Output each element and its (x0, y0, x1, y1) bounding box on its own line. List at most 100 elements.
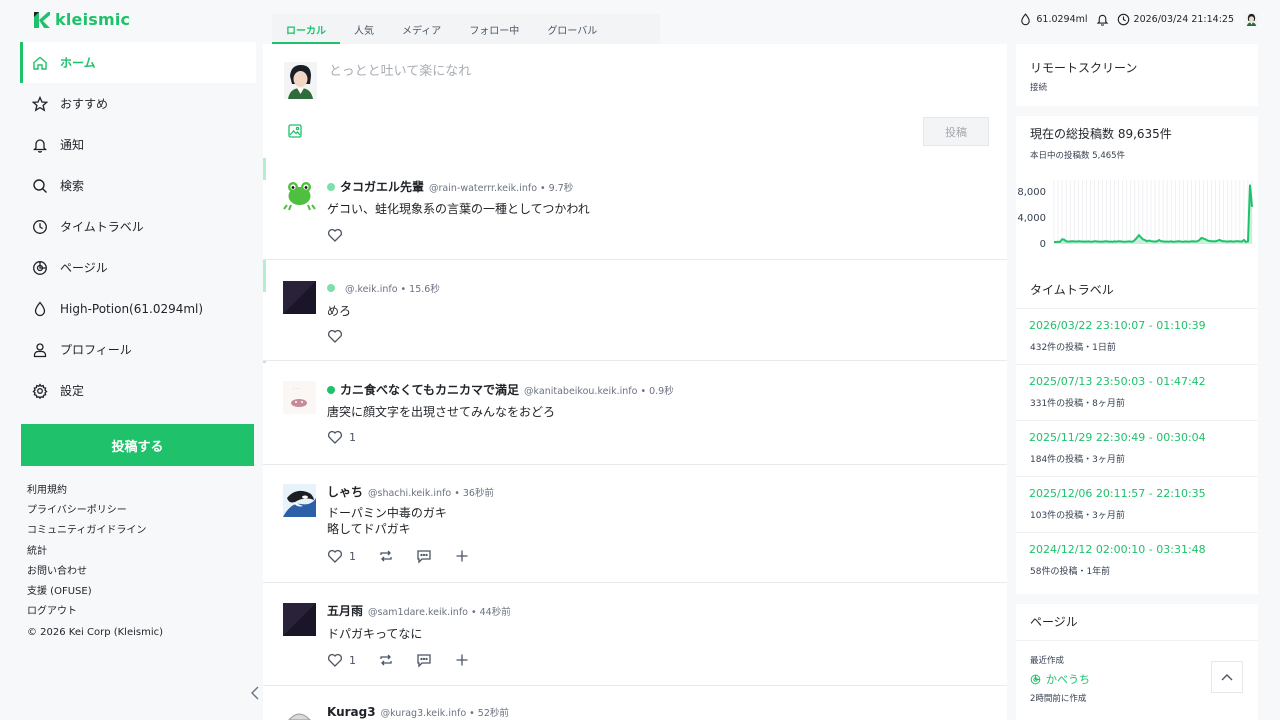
avatar[interactable] (283, 603, 316, 636)
tab-following[interactable]: フォロー中 (455, 14, 533, 44)
reply-button[interactable] (416, 548, 432, 564)
remote-screen-status[interactable]: 接続 (1030, 81, 1047, 93)
pagel-item-name: かべうち (1046, 673, 1090, 686)
nav-item-timetravel[interactable]: タイムトラベル (20, 206, 256, 247)
footer-link-privacy[interactable]: プライバシーポリシー (27, 501, 163, 521)
nav-item-pagel[interactable]: ページル (20, 247, 256, 288)
tab-global[interactable]: グローバル (533, 14, 611, 44)
like-button[interactable] (327, 328, 343, 344)
avatar[interactable] (283, 706, 316, 720)
post-actions: 1 (327, 429, 378, 445)
timetravel-range: 2026/03/22 23:10:07 - 01:10:39 (1029, 319, 1206, 332)
search-icon (32, 178, 48, 194)
heart-icon (327, 228, 343, 242)
potion-indicator[interactable]: 61.0294ml (1019, 12, 1088, 26)
timetravel-title: タイムトラベル (1030, 283, 1114, 297)
unread-indicator (263, 361, 266, 363)
page-icon (32, 260, 48, 276)
nav-item-home[interactable]: ホーム (20, 42, 256, 83)
footer-link-support[interactable]: 支援 (OFUSE) (27, 582, 163, 602)
footer-link-stats[interactable]: 統計 (27, 542, 163, 562)
clock-icon (32, 219, 48, 235)
like-button[interactable] (327, 227, 343, 243)
footer-link-terms[interactable]: 利用規約 (27, 481, 163, 501)
post-author-name[interactable]: カニ食べなくてもカニカマで満足 (340, 381, 519, 398)
nav-item-notifications[interactable]: 通知 (20, 124, 256, 165)
footer-link-contact[interactable]: お問い合わせ (27, 562, 163, 582)
collapse-sidebar-button[interactable] (247, 684, 263, 702)
repost-button[interactable] (378, 548, 394, 564)
timetravel-meta: 103件の投稿・3ヶ月前 (1030, 511, 1125, 521)
chevron-left-icon (251, 686, 259, 700)
nav-item-settings[interactable]: 設定 (20, 370, 256, 411)
timetravel-meta: 58件の投稿・1年前 (1030, 567, 1111, 577)
tab-popular[interactable]: 人気 (340, 14, 388, 44)
timetravel-meta: 331件の投稿・8ヶ月前 (1030, 399, 1125, 409)
post-text: ドーパミン中毒のガキ 略してドパガキ (327, 506, 447, 536)
comment-icon (417, 654, 431, 668)
post-actions (327, 328, 365, 344)
more-button[interactable] (454, 548, 470, 564)
avatar[interactable] (1245, 12, 1258, 26)
copyright: © 2026 Kei Corp (Kleismic) (27, 627, 164, 639)
submit-post-button[interactable]: 投稿 (923, 117, 989, 146)
timetravel-item[interactable]: 2025/11/29 22:30:49 - 00:30:04 184件の投稿・3… (1016, 420, 1258, 476)
nav-item-profile[interactable]: プロフィール (20, 329, 256, 370)
post-text: めろ (327, 304, 352, 318)
tab-local[interactable]: ローカル (272, 14, 340, 44)
logo[interactable]: kleismic (33, 10, 130, 29)
avatar[interactable] (283, 178, 316, 211)
timetravel-item[interactable]: 2026/03/22 23:10:07 - 01:10:39 432件の投稿・1… (1016, 308, 1258, 364)
scroll-to-top-button[interactable] (1211, 661, 1243, 693)
chevron-up-icon (1221, 674, 1233, 681)
footer-link-logout[interactable]: ログアウト (27, 602, 163, 622)
y-tick-label: 4,000 (1017, 213, 1046, 224)
reply-button[interactable] (416, 652, 432, 668)
post-author-name[interactable]: Kurag3 (327, 705, 376, 719)
avatar[interactable]: · · · (283, 381, 316, 414)
pagel-item[interactable]: かべうち (1030, 671, 1090, 687)
timetravel-meta: 184件の投稿・3ヶ月前 (1030, 455, 1125, 465)
timeline-tabs: ローカル 人気 メディア フォロー中 グローバル (272, 14, 660, 44)
avatar[interactable] (283, 484, 316, 517)
repost-button[interactable] (378, 652, 394, 668)
online-indicator (327, 182, 335, 191)
like-button[interactable]: 1 (327, 429, 356, 445)
like-count: 1 (349, 653, 356, 667)
clock-display: 2026/03/24 21:14:25 (1117, 13, 1234, 26)
unread-indicator (263, 260, 266, 292)
post-header: カニ食べなくてもカニカマで満足 @kanitabeikou.keik.info … (327, 381, 674, 398)
tab-media[interactable]: メディア (388, 14, 455, 44)
avatar[interactable] (283, 281, 316, 314)
y-tick-label: 0 (1040, 239, 1046, 250)
post-author-name[interactable]: 五月雨 (327, 602, 363, 619)
nav-item-high-potion[interactable]: High-Potion(61.0294ml) (20, 288, 256, 329)
notifications-button[interactable] (1096, 13, 1109, 26)
post-handle: @.keik.info • 15.6秒 (345, 284, 440, 295)
footer-link-guidelines[interactable]: コミュニティガイドライン (27, 521, 163, 541)
nav-item-search[interactable]: 検索 (20, 165, 256, 206)
nav-item-label: 通知 (60, 138, 85, 152)
timetravel-item[interactable]: 2025/07/13 23:50:03 - 01:47:42 331件の投稿・8… (1016, 364, 1258, 420)
timetravel-item[interactable]: 2025/12/06 20:11:57 - 22:10:35 103件の投稿・3… (1016, 476, 1258, 532)
list-item: · · · カニ食べなくてもカニカマで満足 @kanitabeikou.keik… (263, 361, 1007, 465)
nav-item-recommended[interactable]: おすすめ (20, 83, 256, 124)
like-button[interactable]: 1 (327, 548, 356, 564)
image-icon[interactable] (287, 123, 303, 139)
post-input[interactable] (329, 64, 969, 79)
more-button[interactable] (454, 652, 470, 668)
timetravel-range: 2025/11/29 22:30:49 - 00:30:04 (1029, 431, 1206, 444)
post-author-name[interactable]: しゃち (327, 483, 363, 500)
svg-text:· · ·: · · · (293, 386, 299, 391)
timetravel-item[interactable]: 2024/12/12 02:00:10 - 03:31:48 58件の投稿・1年… (1016, 532, 1258, 588)
bell-icon (1096, 14, 1108, 26)
like-button[interactable]: 1 (327, 652, 356, 668)
post-button[interactable]: 投稿する (21, 424, 254, 466)
post-author-name[interactable]: タコガエル先輩 (340, 178, 424, 195)
pagel-title: ページル (1030, 615, 1078, 629)
post-actions (327, 227, 365, 243)
post-header: @.keik.info • 15.6秒 (327, 281, 440, 295)
list-item: しゃち @shachi.keik.info • 36秒前 ドーパミン中毒のガキ … (263, 465, 1007, 583)
timetravel-meta: 432件の投稿・1日前 (1030, 343, 1116, 353)
post-actions: 1 (327, 652, 492, 668)
